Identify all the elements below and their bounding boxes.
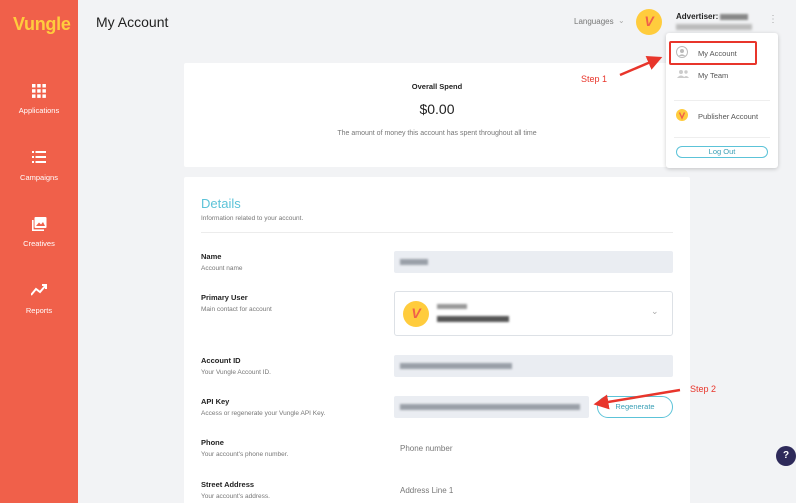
overall-spend-card: Overall Spend $0.00 The amount of money … bbox=[184, 63, 690, 167]
kebab-menu-icon[interactable]: ⋮ bbox=[768, 14, 778, 25]
phone-field[interactable]: Phone number bbox=[400, 444, 452, 453]
redacted-text bbox=[400, 363, 512, 369]
spend-description: The amount of money this account has spe… bbox=[337, 130, 537, 137]
vungle-v-icon bbox=[676, 109, 688, 123]
phone-label: Phone bbox=[201, 438, 224, 447]
vungle-logo[interactable]: Vungle bbox=[13, 14, 71, 35]
street-field[interactable]: Address Line 1 bbox=[400, 486, 453, 495]
primary-user-label: Primary User bbox=[201, 293, 248, 302]
sidebar-item-label: Campaigns bbox=[20, 173, 58, 182]
spend-value: $0.00 bbox=[419, 101, 455, 117]
account-id-label: Account ID bbox=[201, 356, 241, 365]
account-id-desc: Your Vungle Account ID. bbox=[201, 369, 271, 376]
primary-user-desc: Main contact for account bbox=[201, 306, 272, 313]
menu-item-my-team[interactable]: My Team bbox=[666, 65, 778, 85]
menu-item-my-account[interactable]: My Account bbox=[666, 43, 778, 63]
divider bbox=[674, 100, 770, 101]
redacted-text bbox=[400, 404, 580, 410]
name-desc: Account name bbox=[201, 265, 243, 272]
redacted-text bbox=[676, 24, 752, 30]
spend-title: Overall Spend bbox=[411, 82, 463, 91]
api-key-field[interactable] bbox=[394, 396, 589, 418]
sidebar-item-label: Applications bbox=[18, 106, 60, 115]
redacted-text bbox=[437, 316, 509, 322]
regenerate-button[interactable]: Regenerate bbox=[597, 396, 673, 418]
sidebar-item-campaigns[interactable]: Campaigns bbox=[0, 151, 78, 182]
step1-annotation: Step 1 bbox=[581, 74, 608, 84]
primary-user-select[interactable]: V ⌄ bbox=[394, 291, 673, 336]
image-icon bbox=[0, 217, 78, 235]
sidebar-item-label: Reports bbox=[25, 306, 53, 315]
advertiser-name[interactable]: Advertiser: bbox=[676, 12, 749, 21]
details-card: Details Information related to your acco… bbox=[184, 177, 690, 503]
divider bbox=[201, 232, 673, 233]
logout-button[interactable]: Log Out bbox=[676, 146, 768, 158]
step2-annotation: Step 2 bbox=[690, 384, 717, 394]
details-subtitle: Information related to your account. bbox=[201, 215, 304, 222]
details-title: Details bbox=[201, 196, 241, 211]
user-icon bbox=[676, 46, 688, 60]
street-label: Street Address bbox=[201, 480, 255, 489]
phone-desc: Your account's phone number. bbox=[201, 451, 289, 458]
chevron-down-icon: ⌄ bbox=[651, 306, 659, 316]
list-icon bbox=[0, 151, 78, 169]
page-title: My Account bbox=[96, 14, 169, 30]
divider bbox=[674, 137, 770, 138]
languages-select[interactable]: Languages bbox=[574, 17, 614, 26]
menu-item-publisher-account[interactable]: Publisher Account bbox=[666, 106, 778, 126]
redacted-text bbox=[437, 304, 467, 309]
account-id-field[interactable] bbox=[394, 355, 673, 377]
grid-icon bbox=[0, 84, 78, 102]
help-icon[interactable]: ? bbox=[776, 446, 796, 466]
sidebar-item-creatives[interactable]: Creatives bbox=[0, 217, 78, 248]
sidebar-item-label: Creatives bbox=[23, 239, 55, 248]
avatar[interactable]: V bbox=[636, 9, 662, 35]
name-label: Name bbox=[201, 252, 222, 261]
account-dropdown: My Account My Team Publisher Account Log… bbox=[666, 33, 778, 168]
sidebar: Vungle Applications Campaigns Creatives … bbox=[0, 0, 78, 503]
sidebar-item-reports[interactable]: Reports bbox=[0, 284, 78, 315]
trend-icon bbox=[0, 284, 78, 302]
street-desc: Your account's address. bbox=[201, 493, 270, 500]
redacted-text bbox=[720, 13, 749, 20]
vungle-v-icon: V bbox=[644, 13, 654, 29]
avatar: V bbox=[403, 301, 429, 327]
sidebar-item-applications[interactable]: Applications bbox=[0, 84, 78, 115]
api-key-label: API Key bbox=[201, 397, 230, 406]
vungle-v-icon: V bbox=[411, 305, 421, 321]
api-key-desc: Access or regenerate your Vungle API Key… bbox=[201, 410, 326, 417]
team-icon bbox=[676, 68, 690, 82]
chevron-down-icon[interactable]: ⌄ bbox=[618, 16, 625, 25]
name-field[interactable] bbox=[394, 251, 673, 273]
redacted-text bbox=[400, 259, 428, 265]
